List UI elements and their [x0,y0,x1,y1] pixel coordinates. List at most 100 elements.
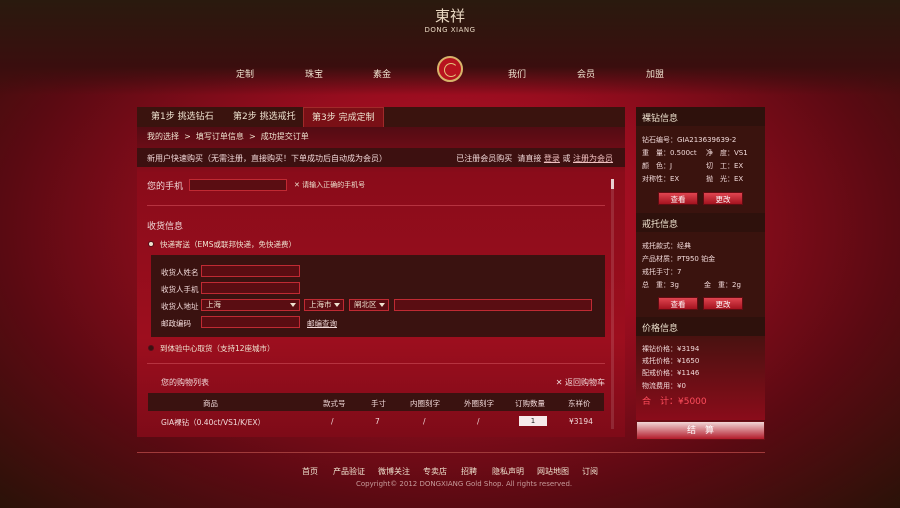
medal-logo-icon[interactable] [437,56,463,82]
district-select[interactable]: 闸北区 [349,299,389,311]
express-label: 快递寄送（EMS或联邦快递，免快递费） [160,240,296,249]
tab-step-3[interactable]: 第3步 完成定制 [303,107,384,127]
ring-view-button[interactable]: 查看 [658,297,698,310]
ring-material: 产品材质：PT950 铂金 [642,255,716,263]
or-text: 或 [562,154,571,163]
breadcrumb-sep: > [181,132,194,141]
diamond-polish: 抛 光：EX [706,175,744,183]
address-label: 收货人地址 [161,302,199,311]
back-to-cart-link[interactable]: ✕ 返回购物车 [556,377,605,388]
price-diamond: 裸钻价格：¥3194 [642,345,700,353]
nav-gold[interactable]: 素金 [373,67,391,80]
cart-title: 您的购物列表 [161,378,209,387]
cart-product: GIA裸钻（0.40ct/VS1/K/EX） [161,418,265,427]
ring-title: 戒托信息 [636,213,765,232]
breadcrumb-fill[interactable]: 填写订单信息 [196,132,244,141]
diamond-info-box: 裸钻信息 钻石编号：GIA213639639-2 重 量：0.500ct 净 度… [636,107,765,216]
col-style: 款式号 [323,399,346,408]
price-setting: 配戒价格：¥1146 [642,369,700,377]
sidebar: 裸钻信息 钻石编号：GIA213639639-2 重 量：0.500ct 净 度… [636,107,765,437]
step-tabs: 第1步 挑选钻石 第2步 挑选戒托 第3步 完成定制 [137,107,625,127]
breadcrumb-sep: > [246,132,259,141]
breadcrumb-submit: 成功提交订单 [260,132,309,141]
shipping-form: 收货人姓名 收货人手机 收货人地址 上海 上海市 闸北区 邮政编码 邮编查询 [151,255,605,337]
breadcrumb: 我的选择 > 填写订单信息 > 成功提交订单 [147,131,309,142]
mobile-input[interactable] [201,282,300,294]
ring-gold-weight: 金 重：2g [704,281,741,289]
col-product: 商品 [203,399,218,408]
footer-weibo[interactable]: 微博关注 [378,466,410,477]
postcode-input[interactable] [201,316,300,328]
price-shipping: 物流费用：¥0 [642,382,686,390]
diamond-weight: 重 量：0.500ct [642,149,697,157]
footer-sitemap[interactable]: 网站地图 [537,466,569,477]
diamond-cut: 切 工：EX [706,162,744,170]
checkout-button[interactable]: 结 算 [636,421,765,440]
order-panel: 第1步 挑选钻石 第2步 挑选戒托 第3步 完成定制 我的选择 > 填写订单信息… [137,107,625,437]
diamond-clarity: 净 度：VS1 [706,149,748,157]
registered-text: 已注册会员购买 [456,154,513,163]
shipping-title: 收货信息 [147,222,184,232]
prompt-text: 请直接 [517,154,542,163]
logo-chinese: 東祥 [434,7,465,25]
phone-input[interactable] [189,179,287,191]
province-select[interactable]: 上海 [201,299,300,311]
diamond-view-button[interactable]: 查看 [658,192,698,205]
ring-total-weight: 总 重：3g [642,281,679,289]
nav-franchise[interactable]: 加盟 [646,67,664,80]
nav-custom[interactable]: 定制 [236,67,254,80]
phone-hint: ✕ 请输入正确的手机号 [294,181,366,189]
col-outer: 外圈刻字 [464,399,494,408]
purchase-notice-bar: 新用户快速购买（无需注册，直接购买！下单成功后自动成为会员） 已注册会员购买 请… [137,148,625,167]
diamond-change-button[interactable]: 更改 [703,192,743,205]
name-label: 收货人姓名 [161,268,199,277]
city-select[interactable]: 上海市 [304,299,344,311]
name-input[interactable] [201,265,300,277]
login-link[interactable]: 登录 [544,154,560,163]
quantity-input[interactable]: 1 [519,416,547,426]
cart-size: 7 [375,417,380,426]
logo-english: DONG XIANG [424,26,476,34]
nav-jewelry[interactable]: 珠宝 [305,67,323,80]
breadcrumb-choice[interactable]: 我的选择 [147,132,179,141]
address-input[interactable] [394,299,592,311]
scrollbar-track[interactable] [611,179,614,429]
ring-style: 戒托款式：经典 [642,242,691,250]
col-size: 手寸 [371,399,386,408]
tab-step-1[interactable]: 第1步 挑选钻石 [143,107,222,127]
tab-step-2[interactable]: 第2步 挑选戒托 [225,107,304,127]
quick-buy-notice: 新用户快速购买（无需注册，直接购买！下单成功后自动成为会员） [147,154,387,163]
footer-home[interactable]: 首页 [302,466,318,477]
cart-outer: / [477,417,480,426]
cart-inner: / [423,417,426,426]
postcode-label: 邮政编码 [161,319,191,328]
divider [147,363,605,364]
postcode-lookup-link[interactable]: 邮编查询 [307,318,337,329]
ring-change-button[interactable]: 更改 [703,297,743,310]
ring-size: 戒托手寸：7 [642,268,682,276]
express-radio[interactable] [148,241,154,247]
footer-subscribe[interactable]: 订阅 [582,466,598,477]
nav-about[interactable]: 我们 [508,67,526,80]
price-ring: 戒托价格：¥1650 [642,357,700,365]
cart-style: / [331,417,334,426]
copyright: Copyright© 2012 DONGXIANG Gold Shop. All… [356,480,573,488]
nav-member[interactable]: 会员 [577,67,595,80]
member-login-prompt: 已注册会员购买 请直接 登录 或 注册为会员 [456,153,613,164]
col-inner: 内圈刻字 [410,399,440,408]
price-title: 价格信息 [636,317,765,336]
col-price: 东祥价 [568,399,591,408]
footer-privacy[interactable]: 隐私声明 [492,466,524,477]
scrollbar-thumb[interactable] [611,179,614,189]
divider [147,205,605,206]
brand-logo[interactable]: 東祥 DONG XIANG [420,8,480,34]
pickup-label: 到体验中心取货（支持12座城市） [160,344,275,353]
pickup-radio[interactable] [148,345,154,351]
phone-label: 您的手机 [147,182,184,192]
footer-divider [137,452,765,453]
footer-verify[interactable]: 产品验证 [333,466,365,477]
footer-stores[interactable]: 专卖店 [423,466,447,477]
diamond-color: 颜 色：J [642,162,673,170]
register-link[interactable]: 注册为会员 [573,154,613,163]
footer-jobs[interactable]: 招聘 [461,466,477,477]
